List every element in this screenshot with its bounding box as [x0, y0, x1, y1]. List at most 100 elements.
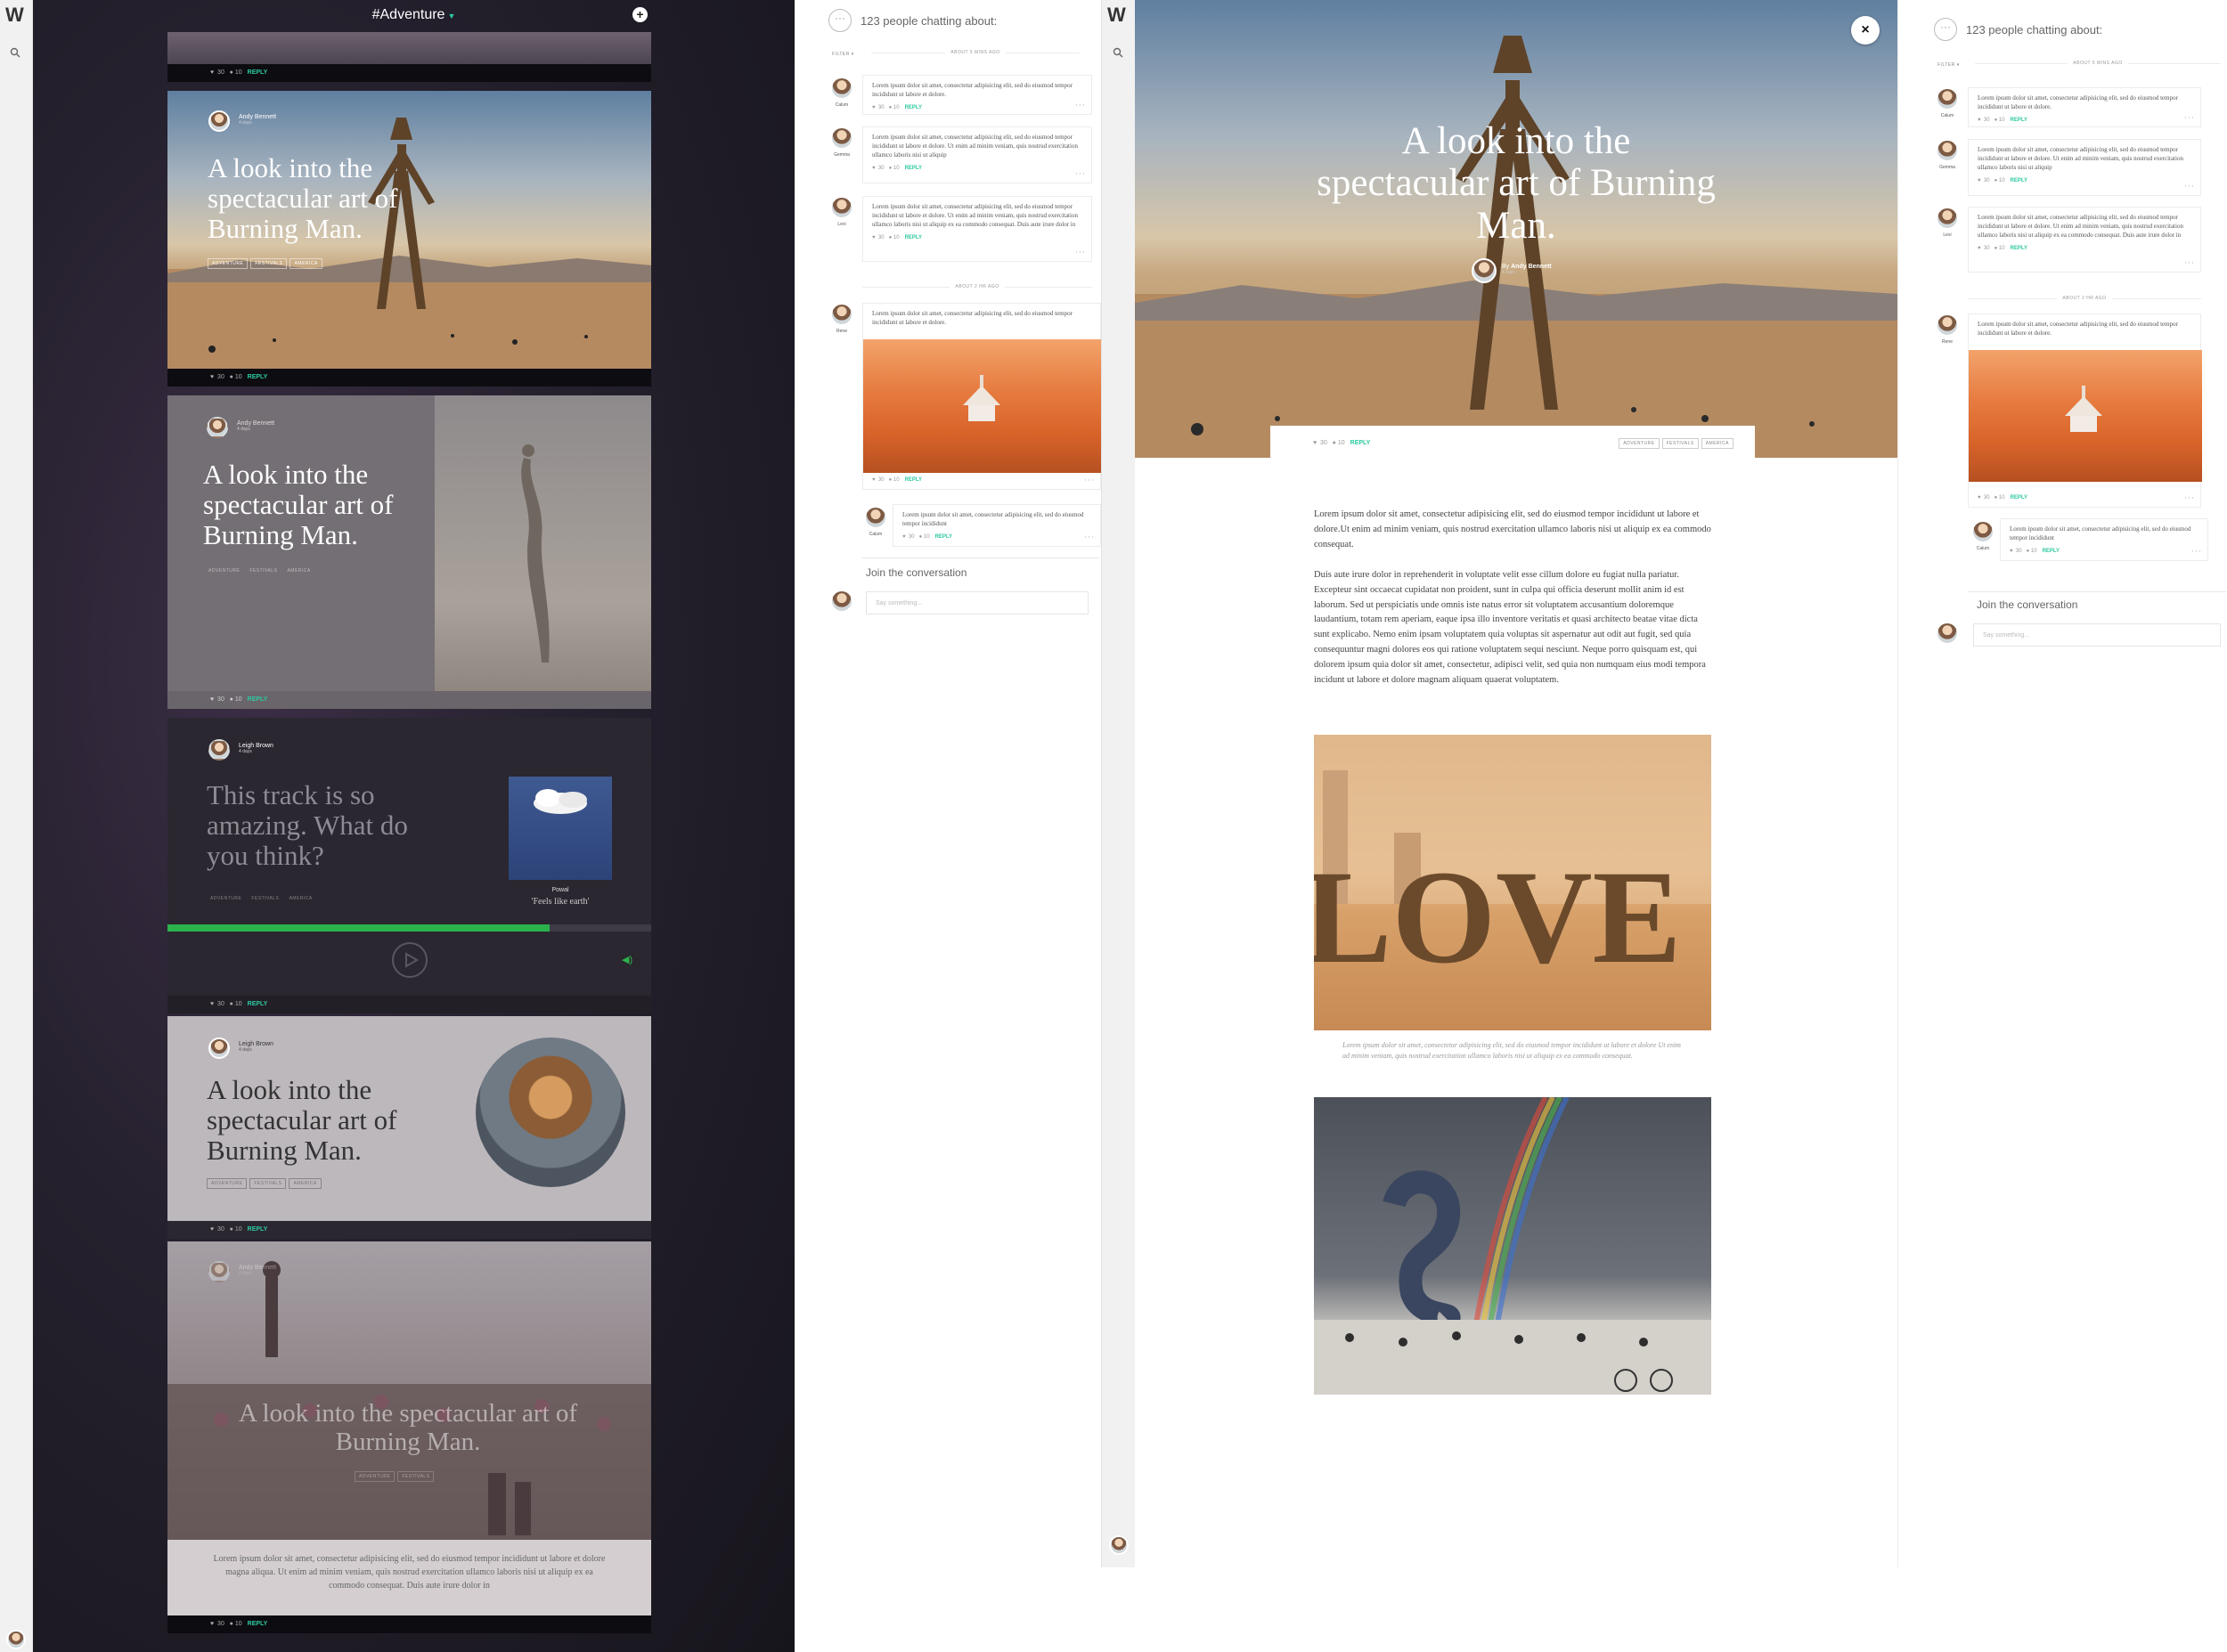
more-icon[interactable]: ··· [1084, 475, 1095, 486]
love-sculpture-image[interactable]: LOVE [1302, 735, 1711, 1030]
new-post-button[interactable]: + [632, 7, 648, 22]
more-icon[interactable]: ··· [2184, 257, 2195, 269]
app-logo[interactable]: W [5, 4, 24, 27]
tag[interactable]: AMERICA [1701, 438, 1733, 449]
channel-title[interactable]: #Adventure [372, 7, 445, 22]
feed-card-2[interactable]: Andy Bennett 4 days A look into the spect… [167, 395, 651, 709]
tag[interactable]: FESTIVALS [248, 894, 282, 903]
chat-input[interactable]: Say something... [1973, 623, 2221, 647]
card-author[interactable]: Andy Bennett 4 days [239, 1265, 276, 1276]
commenter-avatar[interactable] [1936, 139, 1959, 162]
card-title[interactable]: A look into the spectacular art of Burni… [221, 1399, 595, 1457]
search-icon[interactable] [1113, 46, 1123, 62]
author-avatar[interactable] [208, 110, 230, 132]
tag[interactable]: AMERICA [285, 894, 315, 903]
commenter-name[interactable]: Calum [1930, 113, 1964, 118]
commenter-name[interactable]: Rene [1930, 339, 1964, 345]
commenter-avatar[interactable] [1936, 313, 1959, 337]
track-progress-bar[interactable] [167, 924, 651, 932]
more-icon[interactable]: ··· [2184, 181, 2195, 192]
commenter-avatar[interactable] [830, 303, 853, 326]
card-title[interactable]: This track is so amazing. What do you th… [207, 779, 456, 871]
reply-link[interactable]: REPLY [905, 166, 922, 171]
commenter-avatar[interactable] [830, 196, 853, 219]
commenter-avatar[interactable] [864, 506, 887, 529]
author-avatar[interactable] [208, 739, 230, 761]
commenter-name[interactable]: Gemma [1930, 165, 1964, 170]
close-button[interactable]: × [1851, 16, 1880, 45]
filter-dropdown[interactable]: FILTER ▾ [1937, 62, 1960, 68]
commenter-name[interactable]: Calum [859, 532, 893, 537]
card-author[interactable]: Andy Bennett 4 days [237, 420, 274, 432]
commenter-name[interactable]: Rene [825, 329, 859, 334]
feed-card-3-track[interactable]: Leigh Brown 4 days This track is so amazi… [167, 718, 651, 1013]
more-icon[interactable]: ··· [2191, 546, 2202, 557]
more-icon[interactable]: ··· [1084, 532, 1095, 543]
more-icon[interactable]: ··· [1075, 247, 1086, 258]
commenter-avatar[interactable] [1936, 207, 1959, 230]
reply-link[interactable]: REPLY [905, 477, 922, 483]
commenter-name[interactable]: Lexi [825, 222, 859, 227]
author-avatar[interactable] [208, 1261, 230, 1282]
search-icon[interactable] [10, 46, 20, 58]
tag[interactable]: FESTIVALS [246, 566, 281, 575]
reply-link[interactable]: REPLY [2011, 118, 2027, 123]
author-avatar[interactable] [208, 1038, 230, 1059]
card-author[interactable]: Leigh Brown 4 days [239, 1041, 273, 1053]
card-author[interactable]: Leigh Brown 4 days [239, 743, 273, 754]
author-avatar[interactable] [1472, 258, 1497, 283]
desert-photo[interactable] [1969, 350, 2202, 482]
feed-card-4[interactable]: Leigh Brown 4 days A look into the specta… [167, 1016, 651, 1239]
commenter-avatar[interactable] [1971, 520, 1995, 543]
chevron-down-icon[interactable]: ▼ [447, 12, 455, 20]
feed-card-1[interactable]: Andy Bennett 4 days A look into the spect… [167, 91, 651, 387]
user-avatar[interactable] [1109, 1535, 1129, 1555]
tag[interactable]: AMERICA [290, 258, 322, 269]
reply-link[interactable]: REPLY [2011, 495, 2027, 500]
user-avatar[interactable] [6, 1630, 26, 1649]
feed-card-5[interactable]: Andy Bennett 4 days A look into the spect… [167, 1241, 651, 1633]
card-title[interactable]: A look into the spectacular art of Burni… [207, 1074, 456, 1166]
tag[interactable]: FESTIVALS [1661, 438, 1699, 449]
reply-link[interactable]: REPLY [2011, 246, 2027, 251]
album-art[interactable] [509, 777, 612, 880]
card-author[interactable]: Andy Bennett 4 days [239, 114, 276, 126]
filter-dropdown[interactable]: FILTER ▾ [832, 52, 854, 57]
rainbow-sculpture-image[interactable] [1314, 1095, 1711, 1396]
desert-photo[interactable] [863, 339, 1102, 473]
article-byline[interactable]: By Andy Bennett 4 days [1502, 264, 1552, 275]
commenter-name[interactable]: Calum [825, 102, 859, 108]
tag[interactable]: ADVENTURE [1619, 438, 1660, 449]
commenter-avatar[interactable] [830, 126, 853, 150]
reply-link[interactable]: REPLY [1350, 440, 1371, 446]
app-logo[interactable]: W [1107, 4, 1126, 27]
author-avatar[interactable] [207, 417, 228, 438]
commenter-avatar[interactable] [1936, 87, 1959, 110]
more-icon[interactable]: ··· [1075, 168, 1086, 180]
tag[interactable]: AMERICA [283, 566, 314, 575]
tag[interactable]: ADVENTURE [207, 894, 245, 903]
commenter-avatar[interactable] [830, 77, 853, 100]
reply-link[interactable]: REPLY [905, 105, 922, 110]
tag[interactable]: FESTIVALS [249, 1178, 287, 1189]
chat-input[interactable]: Say something... [866, 591, 1089, 614]
more-icon[interactable]: ··· [2184, 492, 2195, 504]
commenter-name[interactable]: Gemma [825, 152, 859, 158]
tag[interactable]: ADVENTURE [205, 566, 243, 575]
card-title[interactable]: A look into the spectacular art of Burni… [208, 152, 457, 244]
tag[interactable]: ADVENTURE [355, 1471, 396, 1482]
feed-card-previous[interactable]: ♥ 30 ● 10 REPLY [167, 32, 651, 82]
tag[interactable]: ADVENTURE [208, 258, 249, 269]
tag[interactable]: AMERICA [289, 1178, 322, 1189]
tag[interactable]: FESTIVALS [250, 258, 288, 269]
reply-link[interactable]: REPLY [2011, 178, 2027, 183]
reply-link[interactable]: REPLY [935, 534, 952, 540]
commenter-name[interactable]: Calum [1966, 546, 2000, 551]
volume-icon[interactable]: ◀) [622, 954, 632, 965]
commenter-name[interactable]: Lexi [1930, 232, 1964, 238]
tag[interactable]: FESTIVALS [397, 1471, 435, 1482]
reply-link[interactable]: REPLY [2043, 549, 2060, 554]
tag[interactable]: ADVENTURE [207, 1178, 248, 1189]
more-icon[interactable]: ··· [1075, 100, 1086, 111]
play-button[interactable] [392, 942, 428, 978]
